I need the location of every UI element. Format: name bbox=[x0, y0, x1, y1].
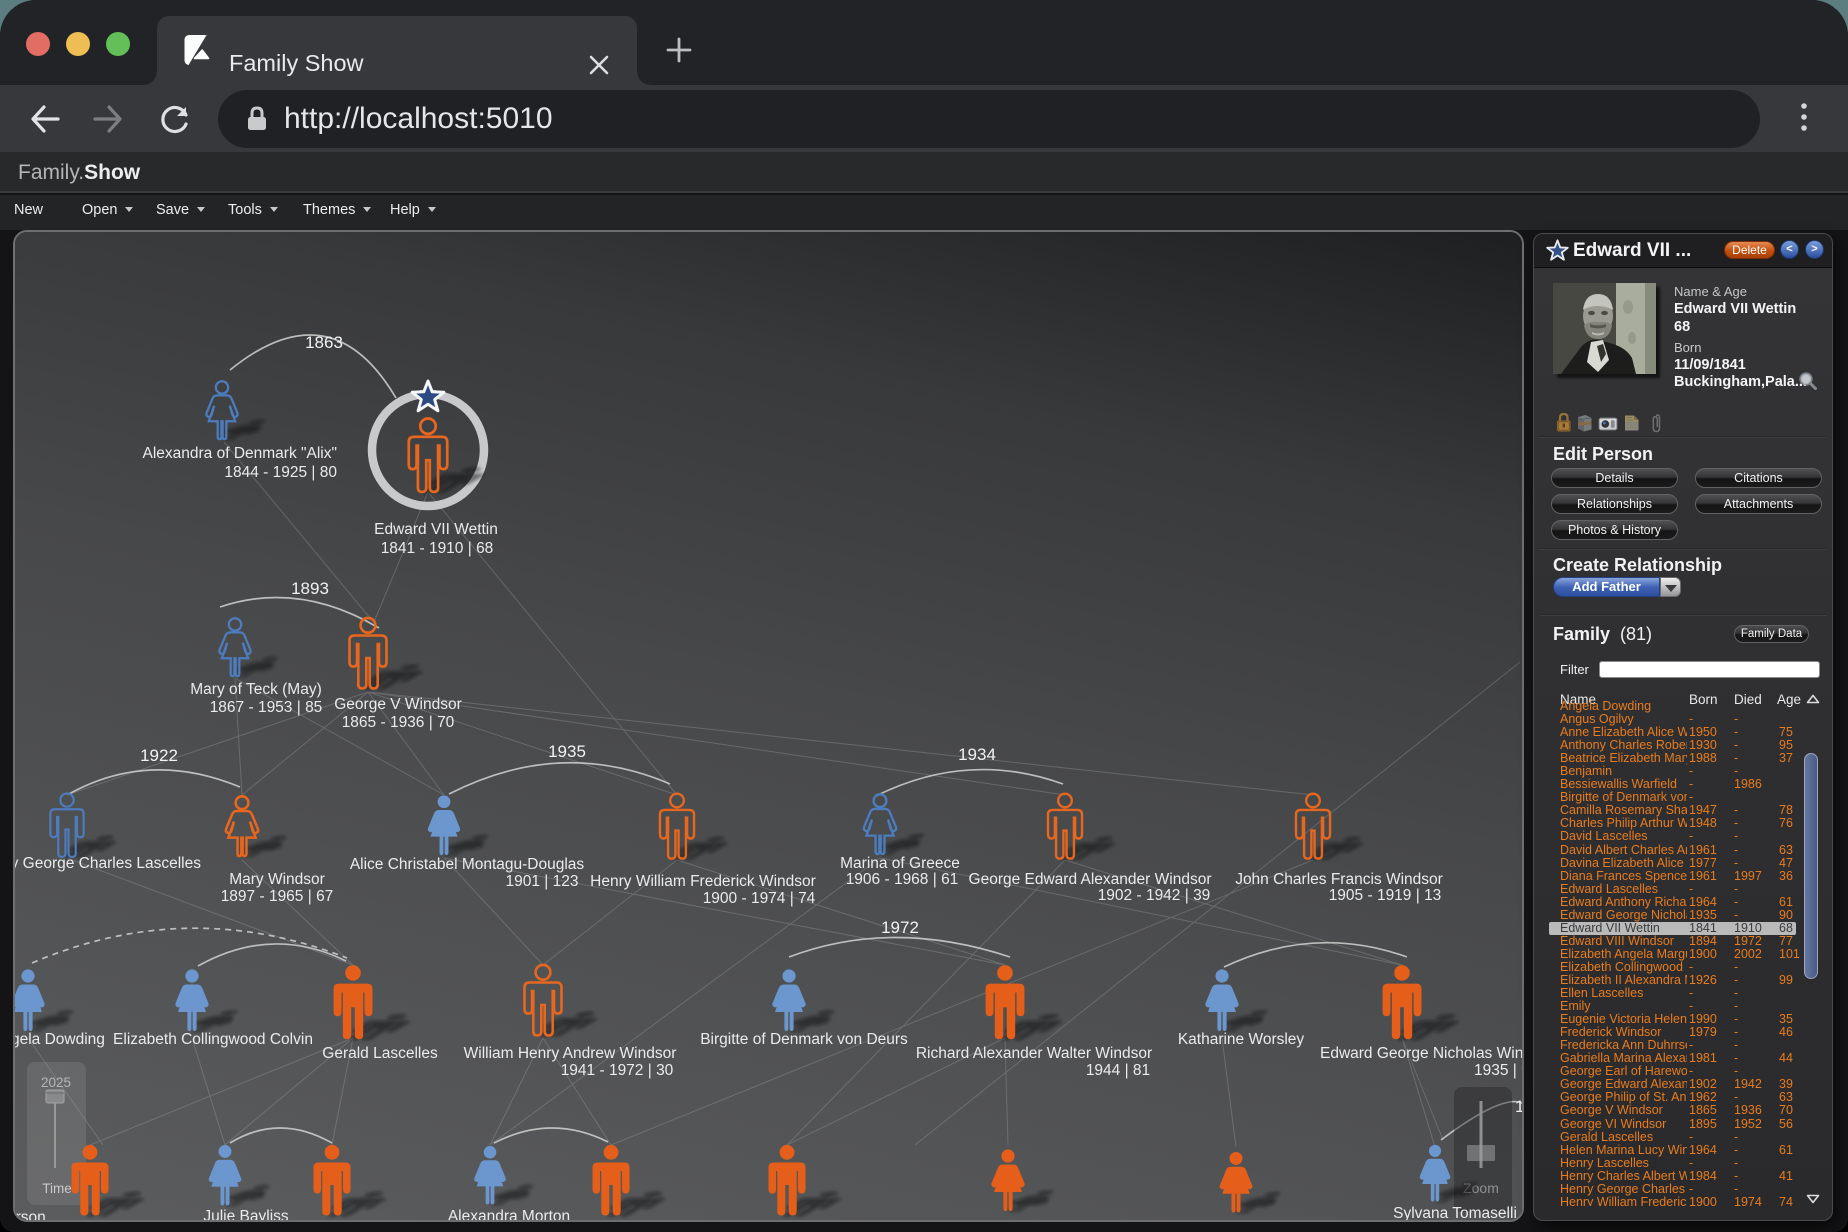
svg-text:Mary of Teck (May): Mary of Teck (May) bbox=[190, 681, 322, 698]
svg-text:1900 - 1974 | 74: 1900 - 1974 | 74 bbox=[703, 890, 816, 907]
svg-text:Katharine Worsley: Katharine Worsley bbox=[1178, 1031, 1305, 1048]
svg-text:1934: 1934 bbox=[958, 745, 996, 764]
svg-text:Henry William Frederick Windso: Henry William Frederick Windsor bbox=[590, 873, 816, 890]
svg-text:Sylvana Tomaselli: Sylvana Tomaselli bbox=[1393, 1205, 1517, 1220]
svg-text:Birgitte of Denmark von Deurs: Birgitte of Denmark von Deurs bbox=[700, 1031, 908, 1048]
svg-text:1935 | 90: 1935 | 90 bbox=[1474, 1062, 1522, 1079]
svg-text:1841 - 1910 | 68: 1841 - 1910 | 68 bbox=[381, 540, 494, 557]
svg-text:1865 - 1936 | 70: 1865 - 1936 | 70 bbox=[342, 714, 455, 731]
svg-text:2025: 2025 bbox=[41, 1075, 71, 1090]
svg-text:Gerald Lascelles: Gerald Lascelles bbox=[322, 1045, 438, 1062]
svg-text:Richard Alexander Walter Winds: Richard Alexander Walter Windsor bbox=[916, 1045, 1152, 1062]
svg-text:George V Windsor: George V Windsor bbox=[334, 696, 462, 713]
svg-text:1902 - 1942 | 39: 1902 - 1942 | 39 bbox=[1098, 887, 1211, 904]
svg-text:erson: erson bbox=[15, 1209, 46, 1220]
svg-text:Elizabeth Collingwood Colvin: Elizabeth Collingwood Colvin bbox=[113, 1031, 313, 1048]
svg-text:William Henry Andrew Windsor: William Henry Andrew Windsor bbox=[464, 1045, 677, 1062]
svg-text:Henry George Charles Lascelles: Henry George Charles Lascelles bbox=[15, 855, 201, 872]
svg-text:1897 - 1965 | 67: 1897 - 1965 | 67 bbox=[221, 888, 334, 905]
svg-text:1867 - 1953 | 85: 1867 - 1953 | 85 bbox=[210, 699, 323, 716]
svg-text:John Charles Francis Windsor: John Charles Francis Windsor bbox=[1235, 871, 1443, 888]
svg-text:George Edward Alexander Windso: George Edward Alexander Windsor bbox=[969, 871, 1212, 888]
svg-text:Alexandra Morton: Alexandra Morton bbox=[448, 1208, 570, 1220]
svg-text:Alice Christabel Montagu-Dougl: Alice Christabel Montagu-Douglas bbox=[350, 856, 585, 873]
svg-text:Time: Time bbox=[42, 1181, 72, 1196]
svg-text:1972: 1972 bbox=[881, 918, 919, 937]
svg-text:1893: 1893 bbox=[291, 579, 329, 598]
svg-text:1935: 1935 bbox=[548, 742, 586, 761]
svg-text:19: 19 bbox=[1515, 1097, 1522, 1116]
svg-text:Marina of Greece: Marina of Greece bbox=[840, 855, 960, 872]
svg-text:Julie Bayliss: Julie Bayliss bbox=[203, 1208, 289, 1220]
svg-text:1901 | 123: 1901 | 123 bbox=[506, 873, 579, 890]
svg-text:Alexandra of Denmark "Alix": Alexandra of Denmark "Alix" bbox=[143, 445, 338, 462]
svg-text:Edward VII Wettin: Edward VII Wettin bbox=[374, 521, 498, 538]
svg-text:1922: 1922 bbox=[140, 746, 178, 765]
svg-text:Mary Windsor: Mary Windsor bbox=[229, 871, 325, 888]
svg-text:Edward George Nicholas Windsor: Edward George Nicholas Windsor bbox=[1320, 1045, 1522, 1062]
svg-text:1941 - 1972 | 30: 1941 - 1972 | 30 bbox=[561, 1062, 674, 1079]
svg-text:1905 - 1919 | 13: 1905 - 1919 | 13 bbox=[1329, 887, 1442, 904]
svg-text:1906 - 1968 | 61: 1906 - 1968 | 61 bbox=[846, 871, 959, 888]
svg-text:1944 | 81: 1944 | 81 bbox=[1086, 1062, 1150, 1079]
svg-text:1844 - 1925 | 80: 1844 - 1925 | 80 bbox=[224, 464, 337, 481]
svg-text:1863: 1863 bbox=[305, 333, 343, 352]
svg-text:Angela Dowding: Angela Dowding bbox=[15, 1031, 105, 1048]
